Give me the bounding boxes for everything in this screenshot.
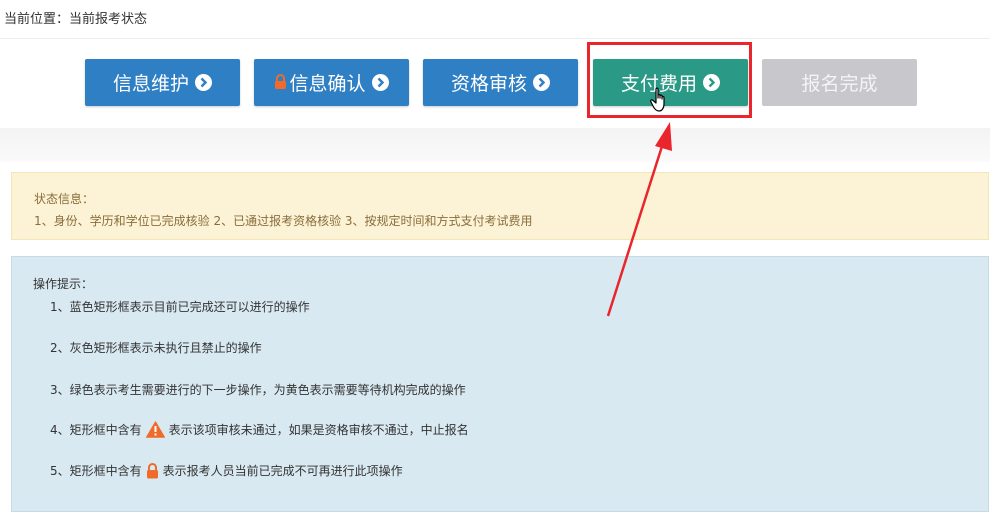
tip-item: 4、矩形框中含有 表示该项审核未通过，如果是资格审核不通过，中止报名: [50, 421, 469, 438]
hand-cursor-icon: [650, 87, 665, 112]
step-registration-complete-button: 报名完成: [762, 59, 917, 106]
lock-icon: [274, 72, 287, 94]
status-title: 状态信息：: [34, 192, 95, 206]
status-text: 1、身份、学历和学位已完成核验 2、已通过报考资格核验 3、按规定时间和方式支付…: [34, 214, 533, 228]
chevron-right-circle-icon: [371, 74, 389, 91]
tip-text: 表示该项审核未通过，如果是资格审核不通过，中止报名: [168, 423, 469, 437]
tip-item: 2、灰色矩形框表示未执行且禁止的操作: [50, 339, 262, 356]
step-label: 资格审核: [450, 73, 527, 95]
tip-text: 3、绿色表示考生需要进行的下一步操作，为黄色表示需要等待机构完成的操作: [50, 383, 466, 397]
step-info-maintain-button[interactable]: 信息维护: [85, 59, 240, 106]
step-label: 报名完成: [801, 73, 878, 95]
chevron-right-circle-icon: [533, 74, 550, 91]
tip-text: 5、矩形框中含有: [50, 464, 142, 478]
tip-text: 表示报考人员当前已完成不可再进行此项操作: [162, 464, 403, 478]
step-qualification-review-button[interactable]: 资格审核: [423, 59, 578, 106]
tip-text: 4、矩形框中含有: [50, 423, 142, 437]
tip-item: 3、绿色表示考生需要进行的下一步操作，为黄色表示需要等待机构完成的操作: [50, 381, 466, 398]
tip-text: 2、灰色矩形框表示未执行且禁止的操作: [50, 341, 262, 355]
operation-tips-panel: 操作提示： 1、蓝色矩形框表示目前已完成还可以进行的操作 2、灰色矩形框表示未执…: [11, 256, 989, 512]
step-label: 信息维护: [112, 73, 189, 95]
chevron-right-circle-icon: [195, 74, 212, 91]
step-bar: 信息维护 信息确认 资格审核 支付费用 报名完成: [0, 0, 990, 130]
tips-title: 操作提示：: [33, 277, 94, 291]
step-info-confirm-button[interactable]: 信息确认: [254, 59, 409, 106]
lock-icon: [146, 462, 159, 479]
tip-text: 1、蓝色矩形框表示目前已完成还可以进行的操作: [50, 300, 310, 314]
tip-item: 5、矩形框中含有 表示报考人员当前已完成不可再进行此项操作: [50, 462, 403, 479]
spacer-band: [0, 128, 990, 162]
tip-item: 1、蓝色矩形框表示目前已完成还可以进行的操作: [50, 298, 310, 315]
warning-icon: [145, 421, 165, 438]
step-label: 信息确认: [289, 73, 366, 95]
status-info-panel: 状态信息： 1、身份、学历和学位已完成核验 2、已通过报考资格核验 3、按规定时…: [11, 172, 989, 240]
